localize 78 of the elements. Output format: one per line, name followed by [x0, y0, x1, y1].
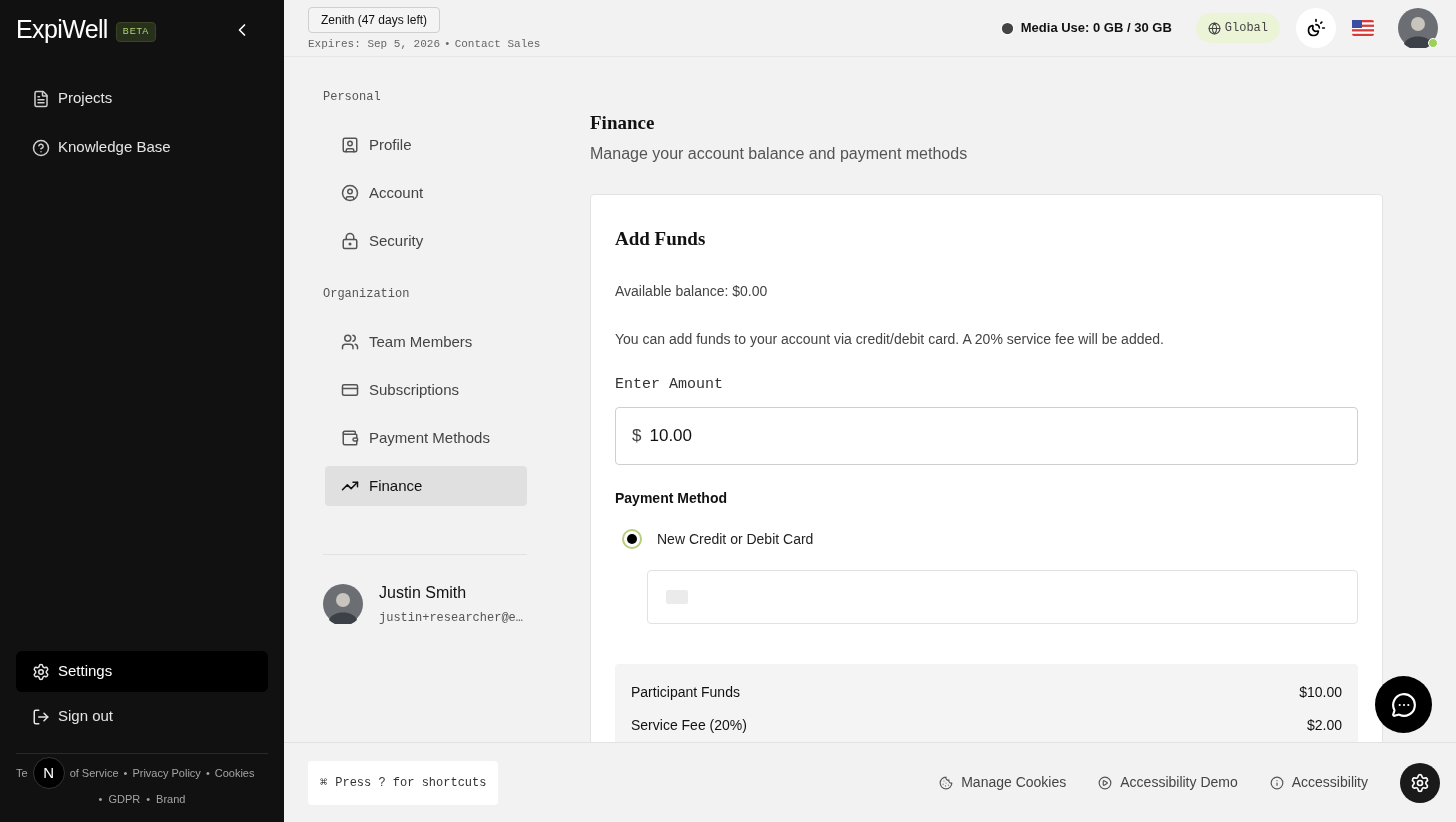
user-name: Justin Smith: [379, 583, 468, 603]
chat-button[interactable]: [1375, 676, 1432, 733]
dev-indicator-button[interactable]: N: [32, 757, 65, 789]
sidebar-item[interactable]: Settings: [16, 651, 268, 692]
user-circle-icon: [341, 184, 359, 202]
separator-dot: •: [205, 766, 210, 780]
balance-text: Available balance: $0.00: [615, 282, 769, 301]
card-input-field[interactable]: [647, 569, 1358, 624]
info-icon: [1269, 775, 1284, 790]
amount-value: 10.00: [649, 424, 692, 447]
fee-note: You can add funds to your account via credit/debit card. A 20% service fee will be added.: [615, 330, 1165, 349]
theme-toggle-button[interactable]: [1296, 8, 1336, 48]
chat-icon: [1390, 691, 1417, 718]
footer-link[interactable]: Manage Cookies: [939, 772, 1067, 793]
summary-label: Participant Funds: [631, 682, 740, 702]
page-subtitle: Manage your account balance and payment methods: [590, 143, 969, 164]
sign-out-icon: [32, 707, 50, 726]
separator-dot: •: [444, 37, 451, 53]
card-icon: [341, 381, 359, 399]
separator-dot: •: [123, 766, 128, 780]
cookie-icon: [939, 775, 954, 790]
settings-nav-item[interactable]: Payment Methods: [325, 418, 527, 458]
settings-nav-item[interactable]: Account: [325, 173, 527, 213]
profile-icon: [341, 136, 359, 154]
footer-link[interactable]: Accessibility: [1269, 772, 1368, 793]
footer-link[interactable]: Accessibility Demo: [1098, 772, 1238, 793]
section-heading: Organization: [323, 286, 411, 303]
user-email: justin+researcher@e…: [379, 610, 524, 627]
summary-value: $10.00: [1299, 682, 1342, 702]
avatar: [1398, 8, 1438, 48]
settings-nav-item[interactable]: Finance: [325, 466, 527, 506]
payment-method-label: Payment Method: [615, 488, 728, 508]
settings-nav-item[interactable]: Subscriptions: [325, 370, 527, 410]
footer-link[interactable]: of Service: [69, 766, 119, 780]
amount-field[interactable]: $ 10.00: [615, 406, 1358, 465]
people-icon: [341, 333, 359, 351]
media-use-text: Media Use: 0 GB / 30 GB: [1020, 19, 1172, 38]
footer-link[interactable]: Cookies: [214, 766, 255, 780]
shortcut-text: Press ? for shortcuts: [335, 774, 487, 792]
section-heading: Personal: [323, 89, 382, 106]
separator-dot: •: [146, 792, 151, 806]
sidebar-item[interactable]: Knowledge Base: [16, 125, 268, 170]
footer-link[interactable]: Te: [16, 766, 28, 780]
page-title: Finance: [590, 111, 656, 135]
region-badge: Global: [1195, 13, 1280, 43]
settings-icon: [1410, 772, 1430, 793]
amount-label: Enter Amount: [615, 375, 725, 395]
settings-nav-item[interactable]: Team Members: [325, 322, 527, 362]
sidebar-item[interactable]: Projects: [16, 76, 268, 121]
plan-badge: Zenith (47 days left): [308, 7, 441, 34]
settings-nav-item[interactable]: Security: [325, 221, 527, 261]
contact-sales-link[interactable]: Contact Sales: [454, 36, 541, 53]
help-icon: [32, 138, 50, 157]
sidebar-item[interactable]: Sign out: [16, 696, 268, 737]
footer-link[interactable]: Privacy Policy: [132, 766, 201, 780]
summary-value: $2.00: [1306, 715, 1342, 735]
us-flag-icon: [1352, 20, 1374, 36]
command-key: ⌘: [320, 773, 328, 792]
globe-icon: [1207, 21, 1221, 35]
expiry-text: Expires: Sep 5, 2026: [308, 37, 441, 53]
currency-symbol: $: [632, 424, 642, 447]
card-title: Add Funds: [615, 226, 707, 251]
separator-dot: •: [98, 792, 103, 806]
footer-link[interactable]: Brand: [156, 792, 186, 806]
settings-button[interactable]: [1400, 762, 1440, 803]
radio-button[interactable]: [622, 529, 642, 549]
settings-icon: [32, 662, 50, 681]
logo: ExpiWell: [16, 14, 108, 46]
wallet-icon: [341, 429, 359, 447]
beta-badge: BETA: [115, 22, 157, 42]
lock-icon: [341, 232, 359, 250]
summary-label: Service Fee (20%): [631, 715, 747, 735]
contrast-icon: [1306, 18, 1326, 38]
radio-label: New Credit or Debit Card: [657, 529, 814, 549]
avatar: [323, 584, 363, 624]
footer-link[interactable]: GDPR: [108, 792, 141, 806]
document-icon: [32, 89, 50, 108]
settings-nav-item[interactable]: Profile: [325, 125, 527, 165]
